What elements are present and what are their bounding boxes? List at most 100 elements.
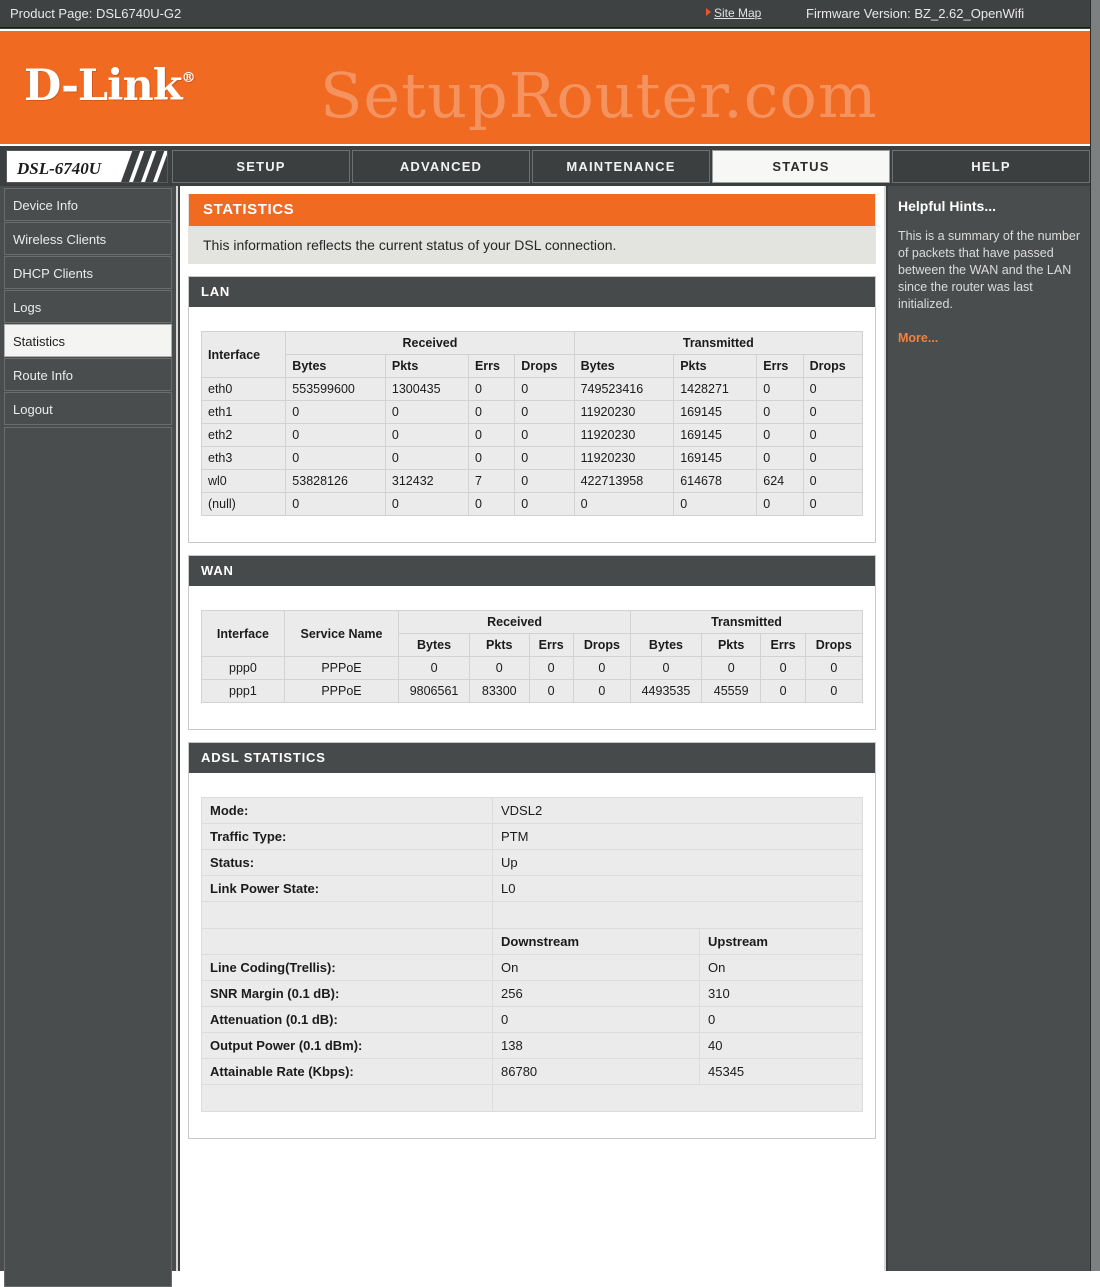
value-status: Up: [492, 849, 863, 876]
table-row: Output Power (0.1 dBm): 138 40: [201, 1032, 863, 1059]
table-row: eth3 0 0 0 0 11920230 169145 0 0: [200, 446, 864, 470]
cell-rx-bytes: 0: [285, 423, 386, 447]
spacer-cell-left: [201, 901, 493, 929]
cell-service-name: PPPoE: [283, 656, 400, 680]
table-row: SNR Margin (0.1 dB): 256 310: [201, 980, 863, 1007]
label-status: Status:: [201, 849, 493, 876]
table-spacer-row: [201, 1084, 863, 1112]
cell-tx-pkts: 0: [673, 492, 758, 516]
cell-rx-errs: 0: [528, 656, 574, 680]
col-upstream: Upstream: [699, 928, 863, 955]
cell-rx-pkts: 0: [384, 492, 469, 516]
watermark-text: SetupRouter.com: [320, 59, 878, 132]
cell-rx-bytes: 553599600: [285, 377, 386, 401]
col-service-name: Service Name: [283, 610, 400, 657]
cell-tx-bytes: 0: [630, 656, 702, 680]
table-row: Attainable Rate (Kbps): 86780 45345: [201, 1058, 863, 1085]
tab-advanced[interactable]: ADVANCED: [352, 150, 530, 183]
sidebar-item-logs[interactable]: Logs: [4, 290, 172, 323]
right-gutter-strip: [1090, 0, 1100, 1271]
value-mode: VDSL2: [492, 797, 863, 824]
cell-interface: ppp1: [201, 679, 285, 703]
cell-rx-drops: 0: [514, 423, 575, 447]
sidebar-item-statistics[interactable]: Statistics: [4, 324, 172, 357]
hints-more-link[interactable]: More...: [898, 331, 1080, 345]
col-tx-pkts: Pkts: [700, 633, 762, 657]
tab-help[interactable]: HELP: [892, 150, 1090, 183]
hints-body: This is a summary of the number of packe…: [898, 229, 1081, 311]
table-row: ppp1 PPPoE 9806561 83300 0 0 4493535 455…: [201, 679, 864, 703]
cell-tx-pkts: 614678: [673, 469, 758, 493]
col-rx-drops: Drops: [514, 354, 575, 378]
cell-tx-bytes: 11920230: [573, 423, 675, 447]
adsl-section: ADSL STATISTICS Mode: VDSL2 Traffic Type…: [188, 742, 876, 1139]
label-attenuation: Attenuation (0.1 dB):: [201, 1006, 493, 1033]
model-name: DSL-6740U: [17, 159, 102, 178]
hints-title: Helpful Hints...: [898, 198, 996, 214]
table-row: (null) 0 0 0 0 0 0 0 0: [200, 492, 864, 516]
label-attainable-rate: Attainable Rate (Kbps):: [201, 1058, 493, 1085]
tab-maintenance[interactable]: MAINTENANCE: [532, 150, 710, 183]
col-transmitted: Transmitted: [573, 331, 864, 355]
cell-tx-drops: 0: [802, 469, 864, 493]
down-attainable-rate: 86780: [492, 1058, 700, 1085]
cell-tx-errs: 0: [756, 377, 804, 401]
cell-rx-pkts: 0: [384, 400, 469, 424]
arrow-right-icon: [706, 8, 711, 16]
sidebar-item-device-info[interactable]: Device Info: [4, 188, 172, 221]
cell-tx-errs: 624: [756, 469, 804, 493]
table-row: Status: Up: [201, 849, 863, 876]
page-description: This information reflects the current st…: [188, 226, 876, 264]
cell-rx-drops: 0: [514, 492, 575, 516]
spacer-cell-right: [492, 901, 863, 929]
table-row: Line Coding(Trellis): On On: [201, 954, 863, 981]
sidebar-item-logout[interactable]: Logout: [4, 392, 172, 425]
adsl-section-body: Mode: VDSL2 Traffic Type: PTM Status: Up: [189, 773, 875, 1138]
col-received: Received: [398, 610, 632, 634]
cell-tx-drops: 0: [802, 446, 864, 470]
table-header-row: Interface Received Transmitted: [200, 331, 864, 378]
sidebar-item-dhcp-clients[interactable]: DHCP Clients: [4, 256, 172, 289]
firmware-version-label: Firmware Version: BZ_2.62_OpenWifi: [806, 6, 1025, 21]
cell-rx-pkts: 0: [468, 656, 530, 680]
table-row: Attenuation (0.1 dB): 0 0: [201, 1006, 863, 1033]
table-subheader-row: Bytes Pkts Errs Drops Bytes Pkts Errs Dr…: [202, 354, 864, 378]
cell-rx-pkts: 1300435: [384, 377, 469, 401]
cell-rx-bytes: 0: [398, 656, 470, 680]
tab-setup[interactable]: SETUP: [172, 150, 350, 183]
cell-rx-drops: 0: [572, 679, 632, 703]
wan-section: WAN Interface Service Name Received Tran…: [188, 555, 876, 730]
cell-interface: ppp0: [201, 656, 285, 680]
sidebar-item-wireless-clients[interactable]: Wireless Clients: [4, 222, 172, 255]
cell-rx-bytes: 53828126: [285, 469, 386, 493]
cell-tx-drops: 0: [804, 656, 864, 680]
col-tx-errs: Errs: [760, 633, 806, 657]
up-attainable-rate: 45345: [699, 1058, 863, 1085]
label-snr-margin: SNR Margin (0.1 dB):: [201, 980, 493, 1007]
router-admin-page: Product Page: DSL6740U-G2 Site Map Firmw…: [0, 0, 1100, 1287]
value-traffic-type: PTM: [492, 823, 863, 850]
col-interface: Interface: [201, 610, 285, 657]
label-traffic-type: Traffic Type:: [201, 823, 493, 850]
cell-tx-pkts: 169145: [673, 423, 758, 447]
sidebar-item-route-info[interactable]: Route Info: [4, 358, 172, 391]
cell-interface: eth0: [200, 377, 287, 401]
cell-rx-errs: 0: [467, 423, 516, 447]
cell-rx-pkts: 0: [384, 423, 469, 447]
down-attenuation: 0: [492, 1006, 700, 1033]
col-rx-drops: Drops: [572, 633, 632, 657]
cell-tx-bytes: 749523416: [573, 377, 675, 401]
wan-statistics-table: Interface Service Name Received Transmit…: [201, 610, 864, 703]
cell-tx-errs: 0: [756, 423, 804, 447]
site-map-link[interactable]: Site Map: [714, 6, 761, 20]
cell-tx-drops: 0: [802, 492, 864, 516]
up-attenuation: 0: [699, 1006, 863, 1033]
cell-tx-bytes: 422713958: [573, 469, 675, 493]
dlink-logo-text: D-Link: [24, 61, 183, 111]
cell-interface: eth3: [200, 446, 287, 470]
tab-status[interactable]: STATUS: [712, 150, 890, 183]
table-row: Traffic Type: PTM: [201, 823, 863, 850]
cell-rx-drops: 0: [514, 377, 575, 401]
col-rx-bytes: Bytes: [398, 633, 470, 657]
col-interface: Interface: [200, 331, 287, 378]
